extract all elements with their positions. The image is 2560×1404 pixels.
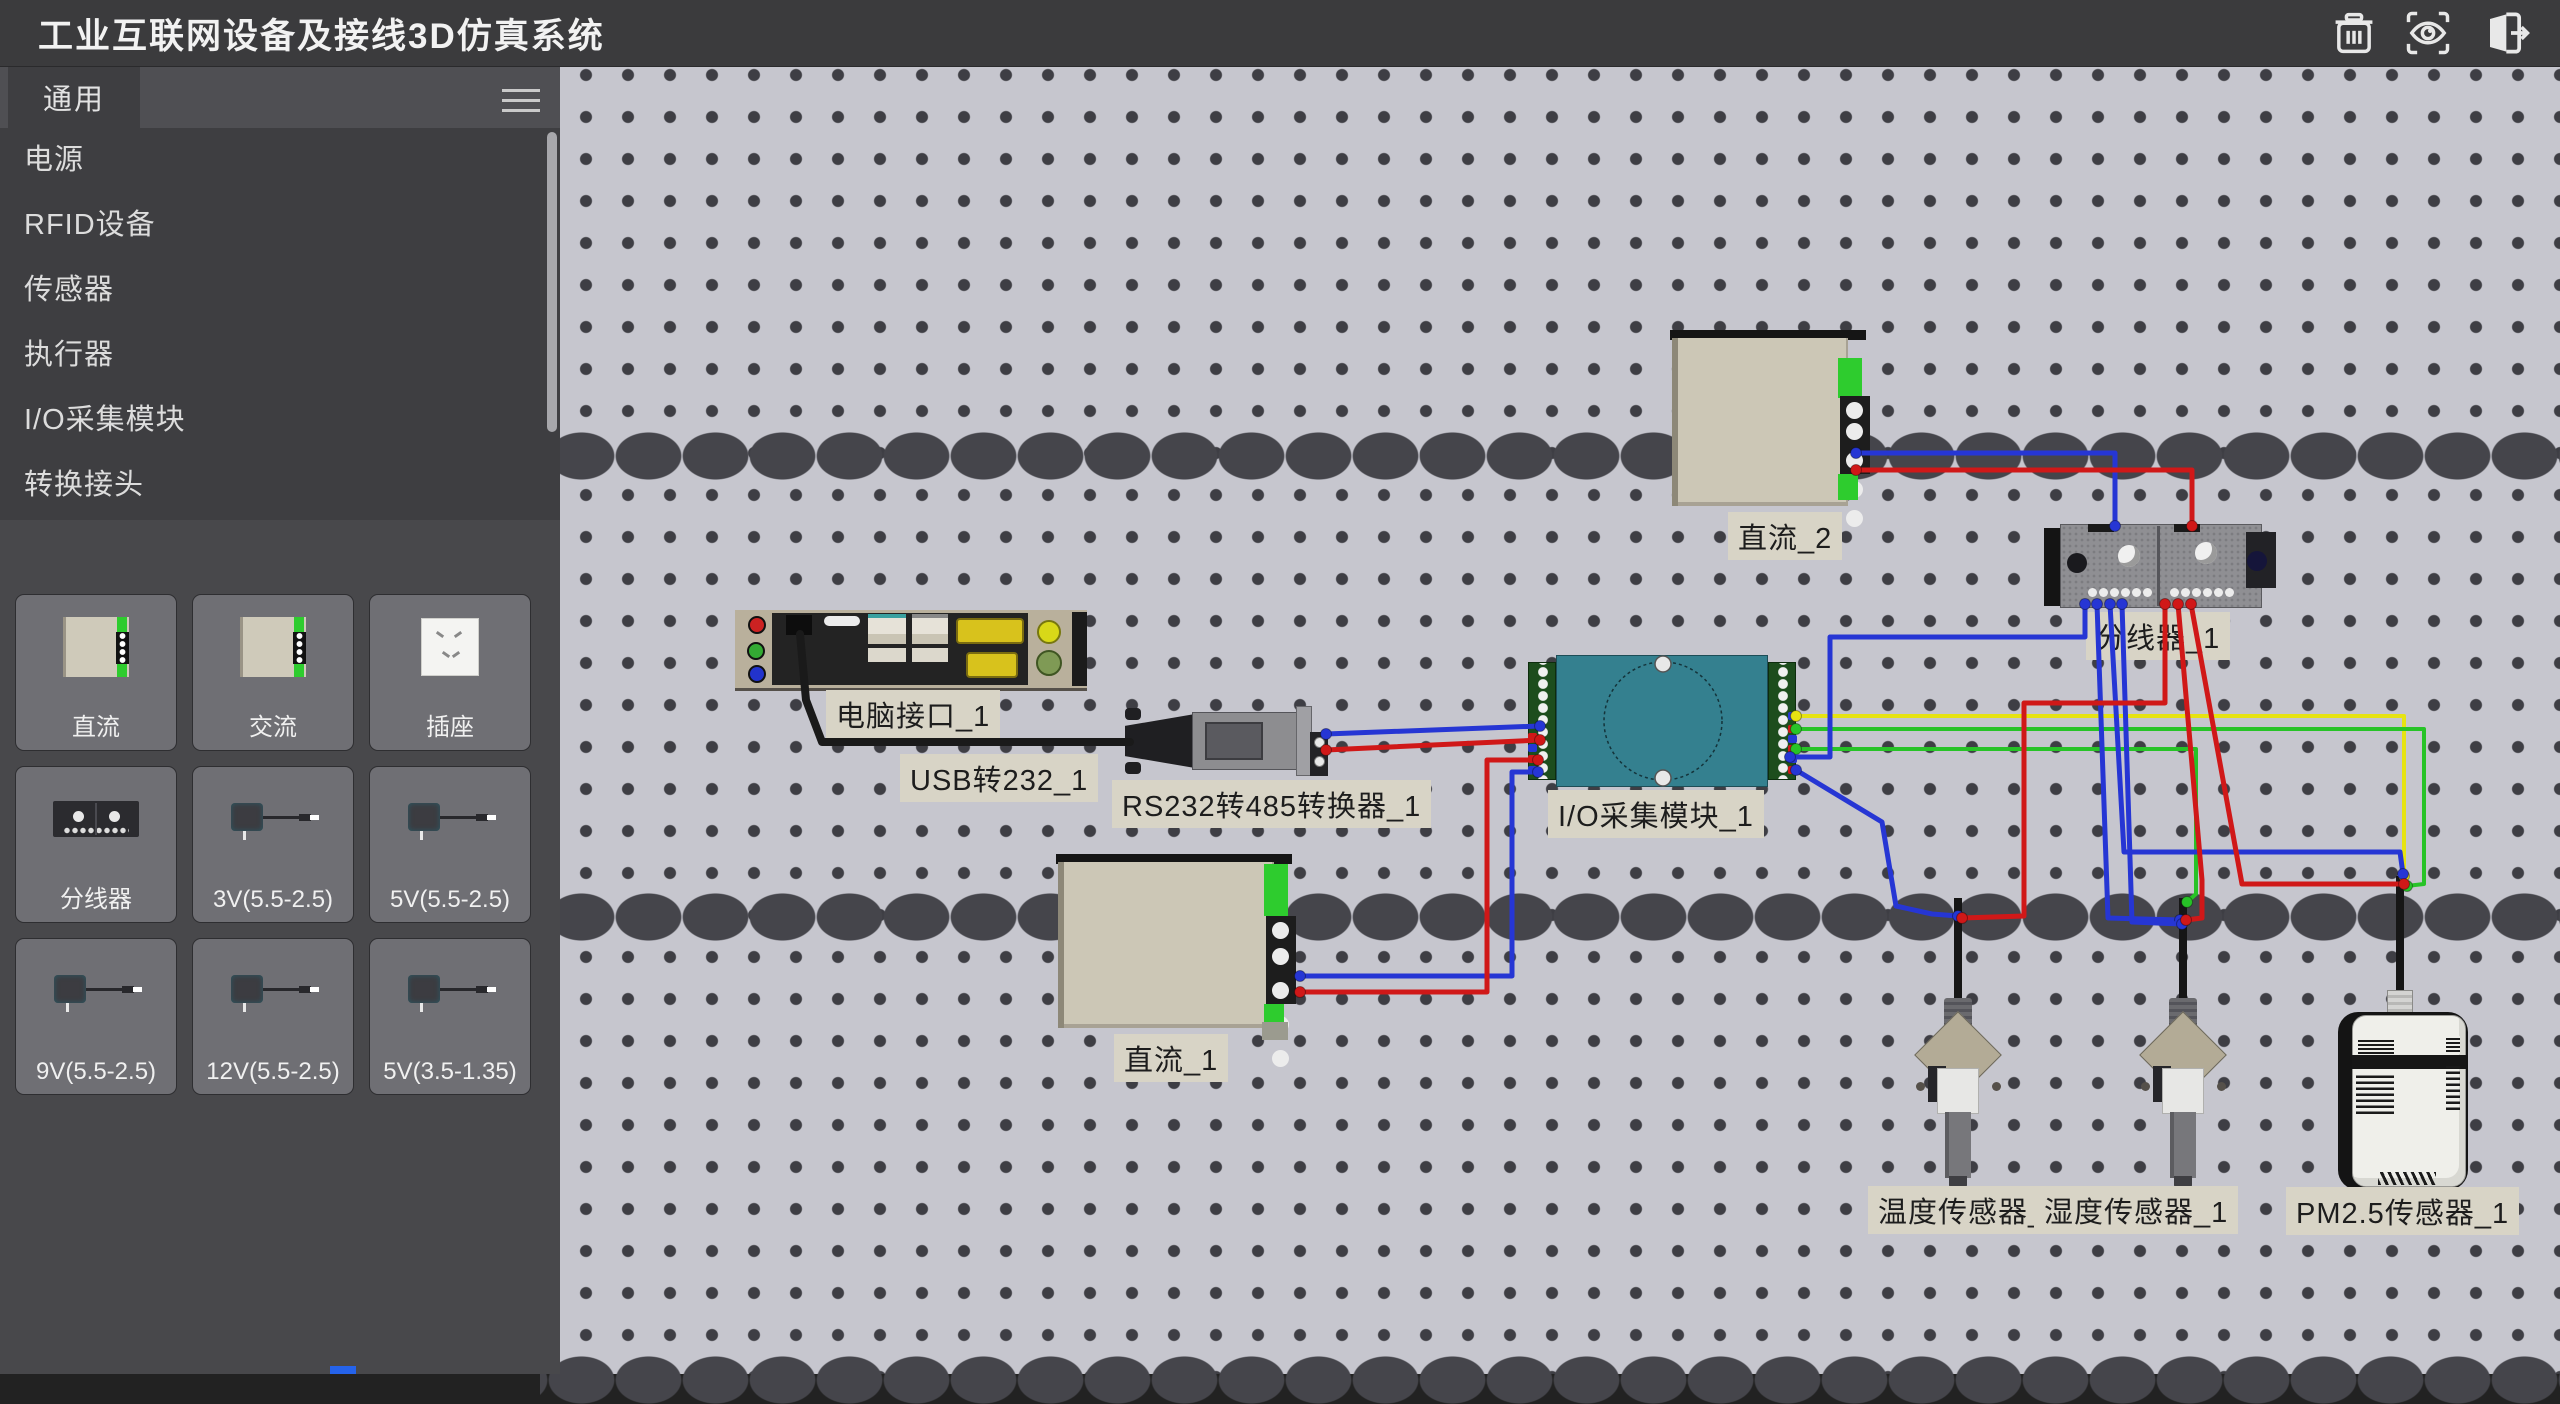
adapter-thumbnail — [225, 969, 321, 1013]
device-label-dc1: 直流_1 — [1114, 1034, 1228, 1082]
wire-rs232-to-io-red — [1326, 740, 1540, 750]
device-pc-interface[interactable] — [735, 610, 1087, 688]
tab-general[interactable]: 通用 — [8, 66, 140, 128]
adapter-thumbnail — [402, 797, 498, 841]
device-temp-sensor[interactable] — [1908, 898, 2008, 1192]
sidebar-item-0[interactable]: 电源 — [0, 128, 560, 193]
device-label-pc: 电脑接口_1 — [826, 690, 1000, 738]
wire-splitter-to-io-blue — [1790, 604, 2085, 757]
device-dc2[interactable] — [1670, 330, 1880, 510]
tile-label: 交流 — [193, 707, 353, 742]
palette-tile-socket[interactable]: 插座 — [369, 594, 531, 751]
tile-label: 3V(5.5-2.5) — [193, 886, 353, 914]
device-palette-sidebar: 通用 电源RFID设备传感器执行器I/O采集模块转换接头 直流交流插座分线器 3V… — [0, 66, 560, 1374]
adapter-thumbnail — [402, 969, 498, 1013]
palette-tile-adapter[interactable]: 3V(5.5-2.5) — [192, 766, 354, 923]
tile-label: 直流 — [16, 707, 176, 742]
device-humidity-sensor[interactable] — [2133, 898, 2233, 1192]
view-focus-icon[interactable] — [2402, 7, 2454, 59]
app-title: 工业互联网设备及接线3D仿真系统 — [38, 8, 605, 59]
device-label-rs232: RS232转485转换器_1 — [1112, 780, 1431, 828]
device-label-humid: 湿度传感器_1 — [2034, 1186, 2238, 1234]
device-tile-grid: 直流交流插座分线器 3V(5.5-2.5) 5V(5.5-2.5) 9V(5.5-2.… — [0, 520, 560, 1374]
sidebar-item-2[interactable]: 传感器 — [0, 258, 560, 323]
device-dc1[interactable] — [1056, 854, 1306, 1032]
splitter-thumbnail — [53, 801, 139, 837]
palette-tile-adapter[interactable]: 5V(3.5-1.35) — [369, 938, 531, 1095]
tile-label: 5V(5.5-2.5) — [370, 886, 530, 914]
sidebar-item-5[interactable]: 转换接头 — [0, 453, 560, 518]
device-splitter1[interactable] — [2044, 524, 2278, 610]
pegboard-hole-row — [540, 893, 2560, 941]
psu-thumbnail — [240, 617, 306, 677]
palette-tile-psu[interactable]: 直流 — [15, 594, 177, 751]
adapter-thumbnail — [48, 969, 144, 1013]
device-label-dc2: 直流_2 — [1728, 512, 1842, 560]
sidebar-scrollbar[interactable] — [547, 132, 557, 432]
tile-label: 5V(3.5-1.35) — [370, 1058, 530, 1086]
sidebar-item-4[interactable]: I/O采集模块 — [0, 388, 560, 453]
socket-thumbnail — [421, 618, 479, 676]
psu-thumbnail — [63, 617, 129, 677]
tile-label: 9V(5.5-2.5) — [16, 1058, 176, 1086]
pegboard-hole-row — [540, 1356, 2560, 1404]
trash-icon[interactable] — [2328, 7, 2380, 59]
palette-tile-psu[interactable]: 交流 — [192, 594, 354, 751]
bottom-blue-chip — [330, 1366, 356, 1374]
device-io-module[interactable] — [1528, 654, 1796, 788]
title-bar: 工业互联网设备及接线3D仿真系统 — [0, 0, 2560, 66]
wire-rs232-to-io-blue — [1326, 726, 1540, 734]
device-pm25-sensor[interactable] — [2338, 876, 2470, 1192]
palette-tile-adapter[interactable]: 12V(5.5-2.5) — [192, 938, 354, 1095]
sidebar-item-3[interactable]: 执行器 — [0, 323, 560, 388]
sidebar-item-1[interactable]: RFID设备 — [0, 193, 560, 258]
wire-io-to-pm25-yellow — [1796, 716, 2404, 876]
category-list: 电源RFID设备传感器执行器I/O采集模块转换接头 — [0, 128, 560, 520]
adapter-thumbnail — [225, 797, 321, 841]
wire-io-to-humid-green — [1796, 749, 2196, 902]
palette-tab-strip: 通用 — [0, 66, 560, 128]
device-label-iomod: I/O采集模块_1 — [1548, 790, 1764, 838]
palette-tile-adapter[interactable]: 9V(5.5-2.5) — [15, 938, 177, 1095]
tile-label: 分线器 — [16, 879, 176, 914]
hamburger-icon[interactable] — [502, 82, 540, 112]
tile-label: 12V(5.5-2.5) — [193, 1058, 353, 1086]
device-rs232-485-converter[interactable] — [1125, 706, 1325, 776]
wire-io-to-pm25-green — [1796, 729, 2424, 886]
tile-label: 插座 — [370, 707, 530, 742]
palette-tile-adapter[interactable]: 5V(5.5-2.5) — [369, 766, 531, 923]
exit-icon[interactable] — [2476, 5, 2532, 61]
pegboard-hole-row — [540, 432, 2560, 480]
device-label-pm25: PM2.5传感器_1 — [2286, 1187, 2519, 1235]
device-label-usb232: USB转232_1 — [900, 754, 1098, 802]
palette-tile-splitter[interactable]: 分线器 — [15, 766, 177, 923]
device-label-splitter1: 分线器_1 — [2086, 612, 2230, 660]
